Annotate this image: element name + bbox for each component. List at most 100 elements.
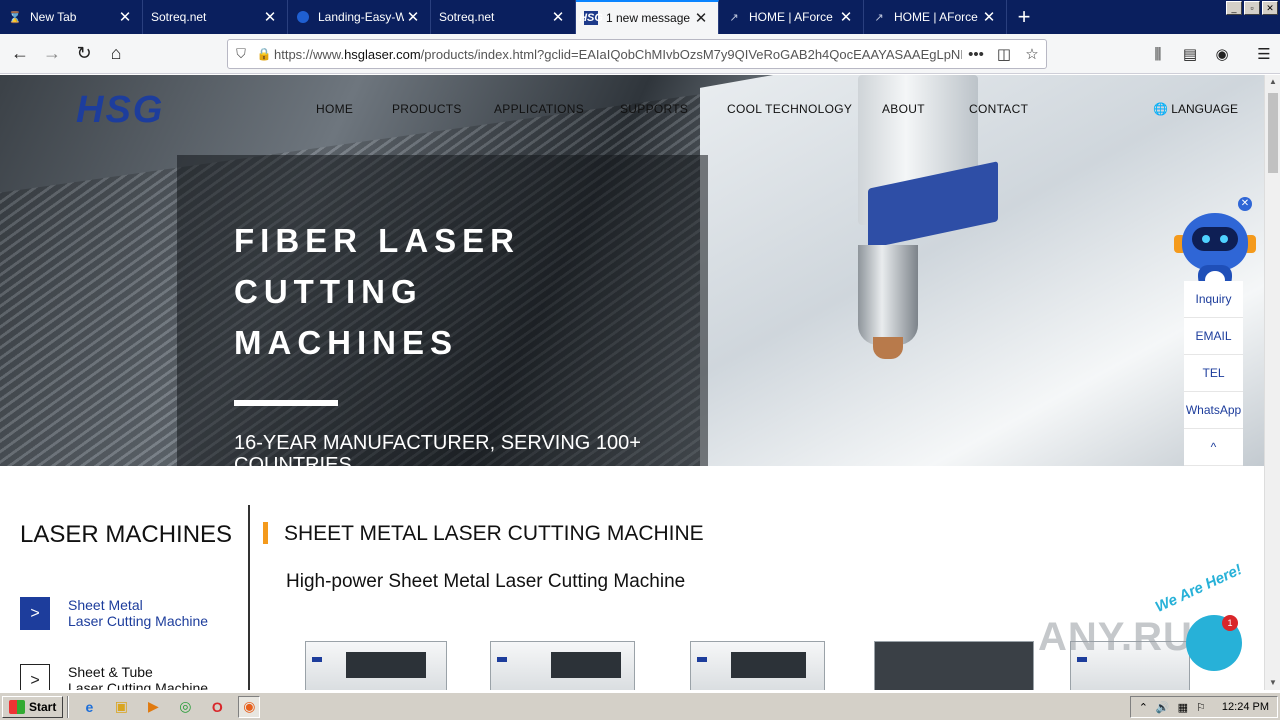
sidebar-icon[interactable]: ▤ — [1174, 38, 1206, 70]
close-chat-icon[interactable]: ✕ — [1238, 197, 1252, 211]
notification-badge: 1 — [1222, 615, 1238, 631]
product-thumbnail[interactable] — [874, 641, 1034, 690]
widget-whatsapp[interactable]: WhatsApp — [1184, 392, 1243, 429]
tab-sotreq-2[interactable]: Sotreq.net ✕ — [431, 0, 576, 34]
network-icon[interactable]: ▦ — [1178, 701, 1188, 714]
sidebar-item-sheet-tube[interactable]: > Sheet & Tube Laser Cutting Machine — [20, 664, 208, 690]
tab-sotreq-1[interactable]: Sotreq.net ✕ — [143, 0, 288, 34]
window-controls: _ ▫ ✕ — [1226, 1, 1278, 15]
close-tab-icon[interactable]: ✕ — [692, 9, 710, 27]
firefox-icon[interactable]: ◉ — [238, 695, 261, 718]
hero-banner: FIBER LASER CUTTING MACHINES 16-YEAR MAN… — [0, 75, 1264, 466]
tracking-shield-icon[interactable]: ⛉ — [228, 46, 254, 62]
arrow-favicon-icon: ↗ — [874, 11, 884, 24]
home-icon[interactable]: ⌂ — [100, 38, 132, 70]
clock[interactable]: 12:24 PM — [1222, 701, 1269, 713]
scroll-down-icon[interactable]: ▼ — [1265, 676, 1280, 690]
close-tab-icon[interactable]: ✕ — [549, 8, 567, 26]
sidebar-item-label: Sheet Metal Laser Cutting Machine — [68, 597, 209, 629]
action-center-flag-icon[interactable]: ⚐ — [1196, 701, 1206, 714]
section-title: SHEET METAL LASER CUTTING MACHINE — [284, 522, 704, 545]
hsg-favicon-icon: HSG — [579, 11, 603, 25]
account-icon[interactable]: ◉ — [1206, 38, 1238, 70]
media-icon[interactable]: ▶ — [142, 696, 164, 718]
tab-title: 1 new message — [606, 11, 691, 25]
sidebar-item-label: Sheet & Tube Laser Cutting Machine — [68, 664, 209, 690]
tab-aforce-2[interactable]: ↗ HOME | AForce Le ✕ — [864, 0, 1007, 34]
close-tab-icon[interactable]: ✕ — [261, 8, 279, 26]
hero-subtitle: 16-YEAR MANUFACTURER, SERVING 100+ COUNT… — [234, 432, 641, 466]
nav-cool-technology[interactable]: COOL TECHNOLOGY — [727, 102, 882, 116]
lock-icon[interactable]: 🔒 — [254, 47, 274, 61]
tab-title: New Tab — [30, 10, 77, 24]
site-navigation: HOME PRODUCTS APPLICATIONS SUPPORTS COOL… — [316, 102, 1028, 116]
vertical-scrollbar[interactable]: ▲ ▼ — [1264, 75, 1280, 690]
product-thumbnail[interactable] — [490, 641, 635, 690]
page-viewport: FIBER LASER CUTTING MACHINES 16-YEAR MAN… — [0, 75, 1264, 690]
hamburger-menu-icon[interactable]: ☰ — [1248, 38, 1280, 70]
new-tab-button[interactable]: + — [1007, 0, 1041, 34]
tab-title: HOME | AForce Le — [749, 10, 837, 24]
nav-about[interactable]: ABOUT — [882, 102, 969, 116]
widget-email[interactable]: EMAIL — [1184, 318, 1243, 355]
sidebar-divider — [248, 505, 250, 690]
tab-landing-easy-wi[interactable]: Landing-Easy-WI ✕ — [288, 0, 431, 34]
section-accent-bar — [263, 522, 268, 544]
widget-inquiry[interactable]: Inquiry — [1184, 281, 1243, 318]
tray-expand-icon[interactable]: ⌃ — [1139, 701, 1148, 714]
widget-scroll-top[interactable]: ^ — [1184, 429, 1243, 466]
page-actions-icon[interactable]: ••• — [962, 46, 990, 63]
nav-supports[interactable]: SUPPORTS — [620, 102, 727, 116]
hero-divider — [234, 400, 338, 406]
bookmark-star-icon[interactable]: ☆ — [1018, 45, 1046, 63]
tab-title: HOME | AForce Le — [894, 10, 980, 24]
minimize-button[interactable]: _ — [1226, 1, 1242, 15]
toolbar-right: ⫼ ▤ ◉ ☰ — [1142, 34, 1280, 74]
tab-strip: ⌛ New Tab ✕ Sotreq.net ✕ Landing-Easy-WI… — [0, 0, 1280, 34]
sidebar-item-sheet-metal[interactable]: > Sheet Metal Laser Cutting Machine — [20, 597, 208, 630]
start-label: Start — [29, 699, 57, 714]
reload-icon[interactable]: ↻ — [68, 38, 100, 70]
system-tray: ⌃ 🔊 ▦ ⚐ 12:24 PM — [1129, 696, 1278, 718]
globe-icon — [296, 10, 310, 24]
tab-title: Sotreq.net — [439, 10, 495, 24]
product-thumbnail[interactable] — [305, 641, 447, 690]
volume-icon[interactable]: 🔊 — [1156, 701, 1170, 714]
chevron-right-icon: > — [20, 597, 50, 630]
url-text[interactable]: https://www.hsglaser.com/products/index.… — [274, 47, 962, 62]
restore-button[interactable]: ▫ — [1244, 1, 1260, 15]
scrollbar-thumb[interactable] — [1268, 93, 1278, 173]
nav-home[interactable]: HOME — [316, 102, 392, 116]
ie-icon[interactable]: e — [78, 696, 100, 718]
forward-arrow-icon[interactable]: → — [36, 38, 68, 70]
start-button[interactable]: Start — [2, 695, 64, 718]
nav-products[interactable]: PRODUCTS — [392, 102, 494, 116]
language-selector[interactable]: 🌐 LANGUAGE — [1153, 102, 1238, 116]
opera-icon[interactable]: O — [206, 696, 228, 718]
nav-applications[interactable]: APPLICATIONS — [494, 102, 620, 116]
arrow-favicon-icon: ↗ — [729, 11, 739, 24]
library-icon[interactable]: ⫼ — [1142, 38, 1174, 70]
windows-logo-icon — [9, 699, 25, 714]
hero-title: FIBER LASER CUTTING MACHINES — [234, 222, 521, 361]
tab-aforce-1[interactable]: ↗ HOME | AForce Le ✕ — [719, 0, 864, 34]
close-tab-icon[interactable]: ✕ — [116, 8, 134, 26]
chevron-right-icon: > — [20, 664, 50, 690]
close-tab-icon[interactable]: ✕ — [980, 8, 998, 26]
hsg-logo[interactable]: HSG — [76, 89, 164, 132]
url-bar[interactable]: ⛉ 🔒 https://www.hsglaser.com/products/in… — [227, 39, 1047, 69]
close-window-button[interactable]: ✕ — [1262, 1, 1278, 15]
chrome-icon[interactable]: ◎ — [174, 696, 196, 718]
close-tab-icon[interactable]: ✕ — [837, 8, 855, 26]
pocket-icon[interactable]: ◫ — [990, 45, 1018, 63]
product-thumbnail[interactable] — [690, 641, 825, 690]
widget-tel[interactable]: TEL — [1184, 355, 1243, 392]
back-arrow-icon[interactable]: ← — [4, 38, 36, 70]
folder-icon[interactable]: ▣ — [110, 696, 132, 718]
close-tab-icon[interactable]: ✕ — [404, 8, 422, 26]
scroll-up-icon[interactable]: ▲ — [1265, 75, 1280, 89]
tab-title: Landing-Easy-WI — [318, 10, 404, 24]
tab-new-tab[interactable]: ⌛ New Tab ✕ — [0, 0, 143, 34]
nav-contact[interactable]: CONTACT — [969, 102, 1028, 116]
tab-new-message[interactable]: HSG 1 new message ✕ — [576, 0, 719, 34]
